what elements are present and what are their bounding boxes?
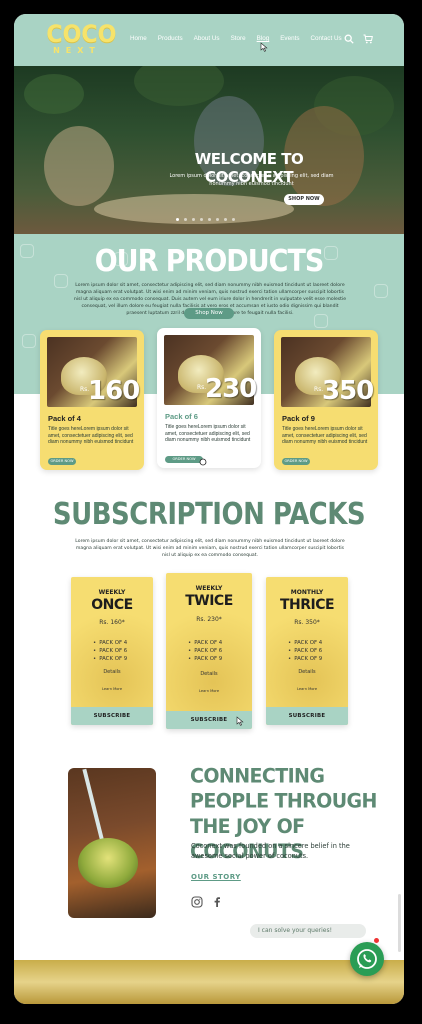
pointer-cursor-icon (199, 458, 207, 466)
nav-item-contact-us[interactable]: Contact Us (311, 35, 342, 42)
product-name: Pack of 6 (165, 412, 198, 421)
scrollbar[interactable] (398, 894, 401, 952)
product-description: Title goes hereLorem ipsum dolor sit ame… (48, 426, 134, 446)
carousel-dot[interactable] (224, 218, 227, 221)
carousel-dot[interactable] (176, 218, 179, 221)
logo[interactable]: COCO NEXT (44, 20, 117, 55)
pack-frequency: MONTHLY (290, 589, 324, 596)
product-name: Pack of 4 (48, 414, 81, 423)
product-price: 230 (205, 374, 257, 404)
top-nav: COCO NEXT Home Products About Us Store B… (14, 14, 404, 66)
pack-option[interactable]: PACK OF 4 (188, 639, 222, 647)
subscription-pack-monthly-thrice[interactable]: MONTHLY THRICE Rs. 350* PACK OF 4 PACK O… (266, 577, 348, 725)
chat-prompt-bubble[interactable]: I can solve your queries! (250, 924, 366, 938)
shop-now-button[interactable]: Shop Now (184, 308, 234, 319)
carousel-dot[interactable] (184, 218, 187, 221)
order-now-button[interactable]: ORDER NOW (282, 458, 310, 465)
connecting-title-line: CONNECTING (190, 764, 325, 788)
pack-option[interactable]: PACK OF 4 (288, 639, 322, 647)
carousel-dot[interactable] (192, 218, 195, 221)
nav-item-events[interactable]: Events (280, 35, 299, 42)
pack-learn-more-link[interactable]: Learn More (166, 689, 252, 693)
hero-banner: WELCOME TO COCONEXT Lorem ipsum dolor si… (14, 66, 404, 234)
whatsapp-icon (357, 949, 377, 969)
hero-carousel-dots (176, 218, 235, 221)
product-price: 160 (88, 376, 140, 406)
product-card-pack-9[interactable]: Rs. 350 Pack of 9 Title goes hereLorem i… (274, 330, 378, 470)
pack-frequency: WEEKLY (98, 589, 126, 596)
order-now-button[interactable]: ORDER NOW (165, 456, 203, 463)
pack-learn-more-link[interactable]: Learn More (266, 687, 348, 691)
pack-details: Details (298, 669, 316, 675)
pack-price: Rs. 160* (99, 619, 125, 626)
pack-option[interactable]: PACK OF 9 (188, 655, 222, 663)
nav-item-about-us[interactable]: About Us (194, 35, 220, 42)
pack-details: Details (103, 669, 121, 675)
nav-item-blog[interactable]: Blog (257, 35, 270, 42)
nav-item-store[interactable]: Store (231, 35, 246, 42)
cart-icon[interactable] (363, 34, 373, 44)
pack-name: TWICE (185, 593, 233, 609)
product-card-pack-4[interactable]: Rs. 160 Pack of 4 Title goes hereLorem i… (40, 330, 144, 470)
pack-details: Details (200, 671, 218, 677)
hero-shop-now-button[interactable]: SHOP NOW (284, 194, 324, 205)
subscription-pack-weekly-once[interactable]: WEEKLY ONCE Rs. 160* PACK OF 4 PACK OF 6… (71, 577, 153, 725)
products-title: OUR PRODUCTS (94, 244, 325, 279)
our-story-link[interactable]: OUR STORY (191, 873, 241, 881)
search-icon[interactable] (344, 34, 354, 44)
pack-learn-more-link[interactable]: Learn More (71, 687, 153, 691)
pack-price: Rs. 350* (294, 619, 320, 626)
pointer-cursor-icon (260, 42, 268, 52)
product-description: Title goes hereLorem ipsum dolor sit ame… (282, 426, 368, 446)
subscribe-button[interactable]: SUBSCRIBE (71, 707, 153, 725)
nav-item-home[interactable]: Home (130, 35, 147, 42)
subscribe-button[interactable]: SUBSCRIBE (266, 707, 348, 725)
product-description: Title goes hereLorem ipsum dolor sit ame… (165, 424, 251, 444)
hero-subtitle: Lorem ipsum dolor sit amet, consectetur … (169, 173, 334, 187)
pack-options-list: PACK OF 4 PACK OF 6 PACK OF 9 (188, 639, 222, 663)
connecting-title-line: PEOPLE THROUGH (190, 789, 377, 813)
pack-price: Rs. 230* (196, 616, 222, 623)
pack-frequency: WEEKLY (195, 585, 223, 592)
carousel-dot[interactable] (216, 218, 219, 221)
pack-option[interactable]: PACK OF 9 (93, 655, 127, 663)
pack-option[interactable]: PACK OF 9 (288, 655, 322, 663)
carousel-dot[interactable] (208, 218, 211, 221)
subscription-title: SUBSCRIPTION PACKS (52, 497, 366, 533)
pack-option[interactable]: PACK OF 4 (93, 639, 127, 647)
connecting-description: Coconext was founded on a sincere belief… (191, 842, 350, 860)
logo-main-text: COCO (46, 20, 117, 48)
pack-option[interactable]: PACK OF 6 (93, 647, 127, 655)
footer-banner-image (14, 960, 404, 1004)
pack-name: ONCE (91, 597, 133, 613)
order-now-button[interactable]: ORDER NOW (48, 458, 76, 465)
notification-dot (374, 938, 379, 943)
whatsapp-button[interactable] (350, 942, 384, 976)
subscription-description: Lorem ipsum dolor sit amet, consectetur … (75, 539, 345, 558)
nav-menu: Home Products About Us Store Blog Events… (130, 35, 353, 42)
nav-item-products[interactable]: Products (158, 35, 183, 42)
pointer-cursor-icon (236, 716, 244, 726)
carousel-dot[interactable] (200, 218, 203, 221)
subscription-pack-weekly-twice[interactable]: WEEKLY TWICE Rs. 230* PACK OF 4 PACK OF … (166, 573, 252, 729)
instagram-icon[interactable] (191, 896, 203, 908)
facebook-icon[interactable] (211, 896, 223, 908)
pack-option[interactable]: PACK OF 6 (288, 647, 322, 655)
product-name: Pack of 9 (282, 414, 315, 423)
coconut-drink-photo (68, 768, 156, 918)
carousel-dot[interactable] (232, 218, 235, 221)
pack-options-list: PACK OF 4 PACK OF 6 PACK OF 9 (93, 639, 127, 663)
product-card-pack-6[interactable]: Rs. 230 Pack of 6 Title goes hereLorem i… (157, 328, 261, 468)
page-frame: COCO NEXT Home Products About Us Store B… (14, 14, 404, 1004)
pack-option[interactable]: PACK OF 6 (188, 647, 222, 655)
pack-options-list: PACK OF 4 PACK OF 6 PACK OF 9 (288, 639, 322, 663)
product-price: 350 (322, 376, 374, 406)
pack-name: THRICE (279, 597, 335, 613)
